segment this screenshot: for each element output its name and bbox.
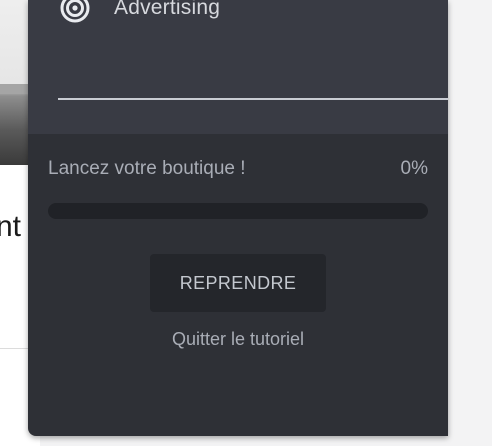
tutorial-panel: Advertising Lancez votre boutique ! 0% R… (28, 0, 448, 436)
progress-bar (48, 203, 428, 219)
resume-button[interactable]: REPRENDRE (150, 254, 326, 312)
background-heading-fragment: nt (0, 210, 22, 243)
target-icon (60, 0, 90, 23)
progress-title: Lancez votre boutique ! (48, 158, 246, 179)
quit-tutorial-link[interactable]: Quitter le tutoriel (28, 329, 448, 350)
menu-active-underline (58, 98, 448, 100)
menu-item-advertising[interactable]: Advertising (60, 0, 220, 26)
background-right-area (448, 0, 492, 446)
progress-percent: 0% (400, 158, 428, 179)
tutorial-menu-section: Advertising (28, 0, 448, 134)
menu-item-label: Advertising (114, 0, 221, 19)
